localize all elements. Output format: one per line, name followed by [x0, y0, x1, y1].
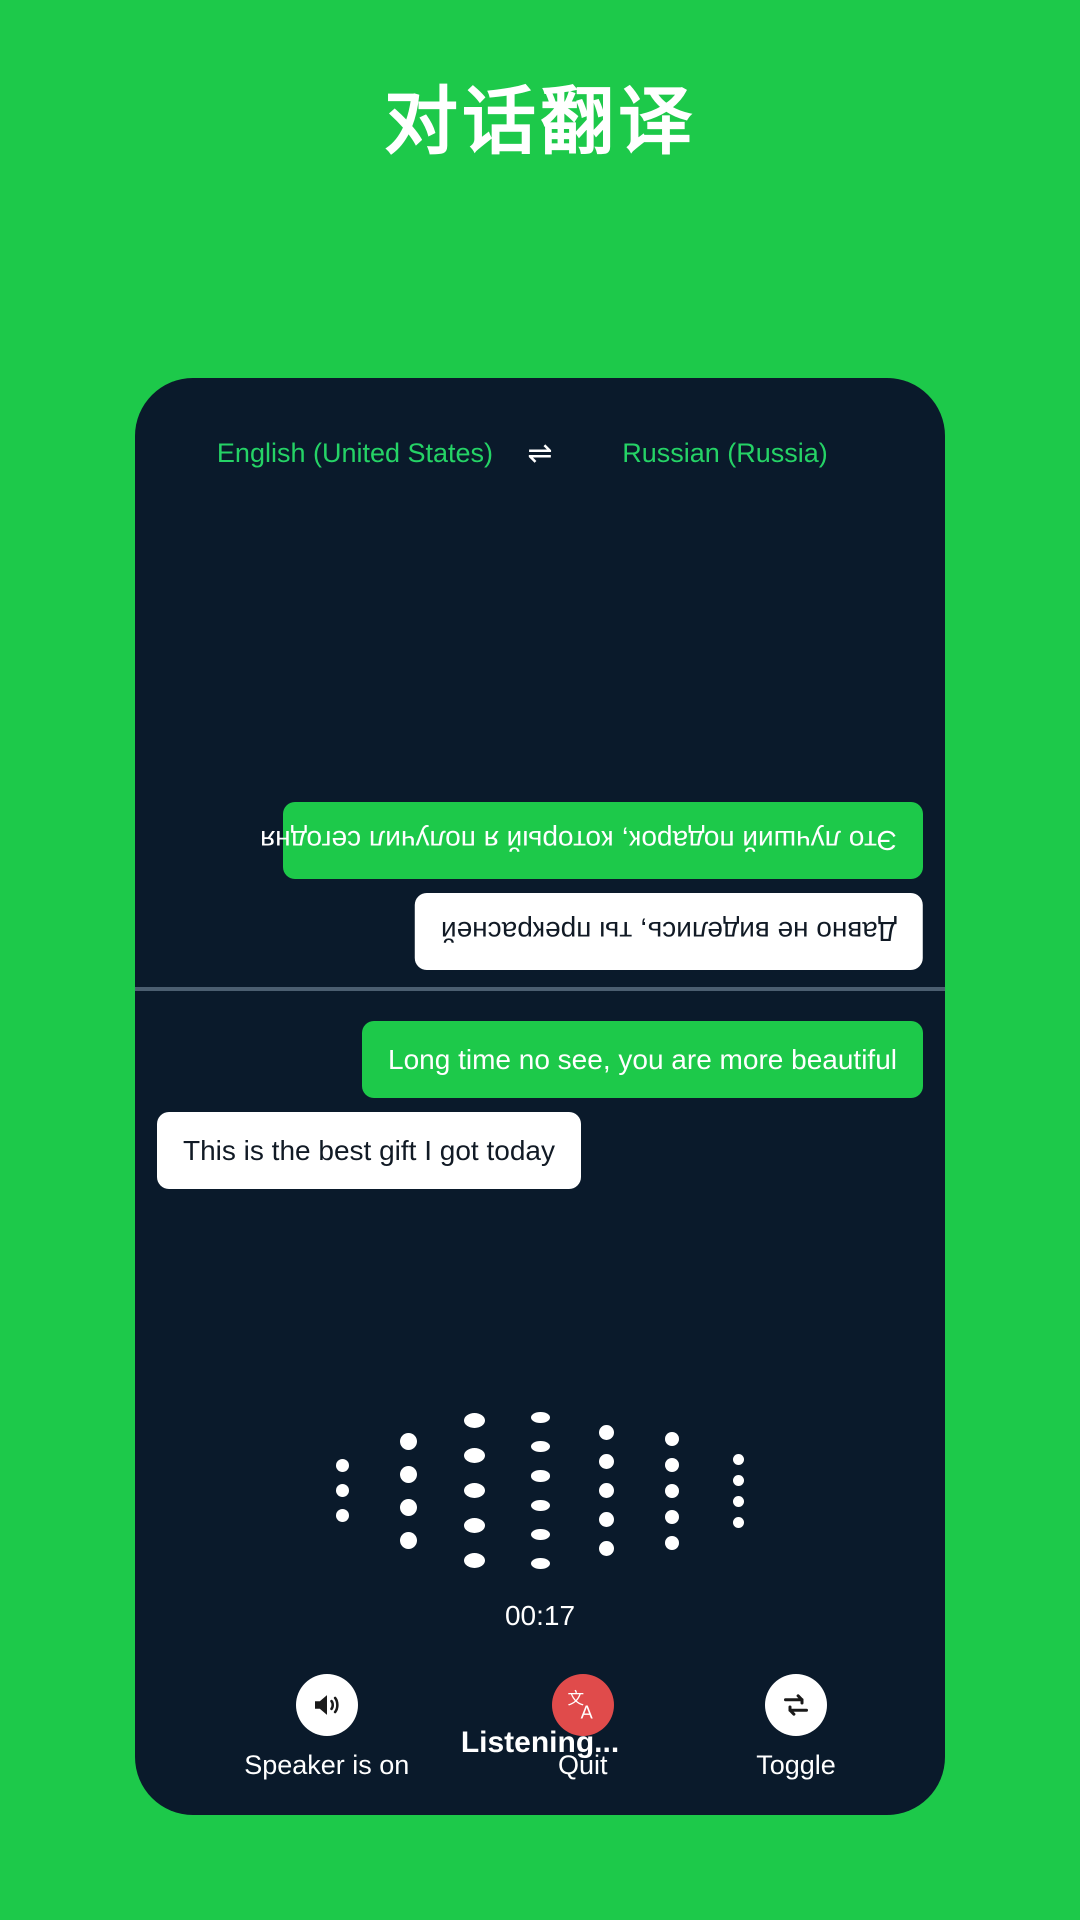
waveform-dot — [530, 1411, 550, 1424]
local-transcript-pane: Long time no see, you are more beautiful… — [135, 1003, 945, 1253]
local-message-bubble: This is the best gift I got today — [157, 1112, 581, 1189]
waveform-dot — [530, 1557, 550, 1570]
pane-divider — [135, 987, 945, 991]
waveform-dot — [463, 1553, 485, 1568]
waveform-dot — [732, 1453, 744, 1465]
waveform-dot — [463, 1483, 485, 1498]
message-row: This is the best gift I got today — [157, 1112, 923, 1189]
waveform-column — [705, 1403, 771, 1578]
waveform-dot — [665, 1431, 679, 1446]
waveform-column — [375, 1403, 441, 1578]
waveform-dot — [399, 1432, 417, 1450]
waveform-dot — [399, 1498, 417, 1516]
waveform-dot — [598, 1541, 614, 1556]
waveform-column — [441, 1403, 507, 1578]
waveform-dot — [335, 1509, 349, 1522]
waveform-dot — [598, 1512, 614, 1527]
page-title: 对话翻译 — [384, 79, 696, 165]
waveform-dot — [665, 1535, 679, 1550]
waveform-dot — [463, 1413, 485, 1428]
waveform-dot — [732, 1495, 744, 1507]
waveform-dot — [399, 1531, 417, 1549]
waveform-column — [507, 1403, 573, 1578]
waveform-dot — [463, 1448, 485, 1463]
waveform-dot — [598, 1425, 614, 1440]
language-bar: English (United States) ⇌ Russian (Russi… — [135, 438, 945, 469]
message-row: Long time no see, you are more beautiful — [157, 1021, 923, 1098]
waveform-dot — [598, 1483, 614, 1498]
toggle-button-label: Toggle — [756, 1750, 836, 1780]
remote-message-bubble: Это лучший подарок, который я получил се… — [260, 802, 923, 879]
svg-text:A: A — [580, 1702, 593, 1722]
waveform-column — [309, 1403, 375, 1578]
swap-repeat-icon[interactable] — [764, 1674, 827, 1736]
quit-button-label: Quit — [558, 1750, 608, 1780]
speaker-icon[interactable] — [295, 1674, 358, 1736]
waveform-dot — [399, 1465, 417, 1483]
waveform-dot — [530, 1441, 550, 1453]
quit-button[interactable]: 文 A Quit — [551, 1674, 614, 1781]
remote-transcript-pane: Это лучший подарок, который я получил се… — [135, 508, 945, 988]
swap-languages-icon[interactable]: ⇌ — [510, 438, 570, 469]
waveform-dot — [530, 1470, 550, 1482]
waveform-dot — [463, 1518, 485, 1533]
waveform-dot — [665, 1509, 679, 1524]
target-language[interactable]: Russian (Russia) — [570, 438, 880, 469]
waveform-column — [573, 1403, 639, 1578]
speaker-button-label: Speaker is on — [244, 1750, 410, 1780]
control-bar: Speaker is on 文 A Quit Toggle — [135, 1674, 945, 1781]
local-message-bubble: Long time no see, you are more beautiful — [362, 1021, 923, 1098]
message-row: Это лучший подарок, который я получил се… — [157, 802, 923, 879]
toggle-button[interactable]: Toggle — [756, 1674, 836, 1781]
waveform-dot — [335, 1459, 349, 1472]
source-language[interactable]: English (United States) — [200, 438, 510, 469]
waveform-dot — [732, 1474, 744, 1486]
audio-waveform — [135, 1403, 945, 1578]
waveform-dot — [665, 1483, 679, 1498]
waveform-column — [639, 1403, 705, 1578]
waveform-dot — [732, 1516, 744, 1528]
waveform-dot — [530, 1499, 550, 1511]
speaker-button[interactable]: Speaker is on — [244, 1674, 409, 1781]
remote-message-bubble: Давно не виделись, ты прекрасней — [415, 893, 923, 970]
waveform-dot — [598, 1454, 614, 1469]
waveform-dot — [335, 1484, 349, 1497]
waveform-dot — [530, 1528, 550, 1540]
recording-timer: 00:17 — [504, 1600, 576, 1631]
waveform-dot — [665, 1457, 679, 1472]
translate-icon[interactable]: 文 A — [551, 1674, 614, 1736]
phone-card: English (United States) ⇌ Russian (Russi… — [135, 378, 945, 1815]
app-root: 对话翻译 English (United States) ⇌ Russian (… — [0, 0, 1080, 1920]
message-row: Давно не виделись, ты прекрасней — [157, 893, 923, 970]
